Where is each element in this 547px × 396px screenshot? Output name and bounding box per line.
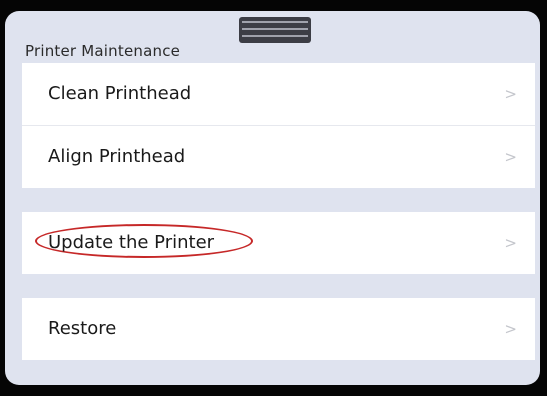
menu-item-align-printhead[interactable]: Align Printhead > <box>22 126 535 188</box>
menu-item-restore[interactable]: Restore > <box>22 298 535 360</box>
drag-handle-line <box>242 35 308 37</box>
menu-item-update-the-printer[interactable]: Update the Printer > <box>22 212 535 274</box>
menu-item-label: Align Printhead <box>48 146 186 167</box>
chevron-right-icon: > <box>504 85 517 103</box>
chevron-right-icon: > <box>504 148 517 166</box>
menu-item-label: Update the Printer <box>48 232 215 253</box>
section-title: Printer Maintenance <box>25 42 181 60</box>
chevron-right-icon: > <box>504 320 517 338</box>
chevron-right-icon: > <box>504 234 517 252</box>
menu-item-label: Restore <box>48 318 117 339</box>
menu-item-clean-printhead[interactable]: Clean Printhead > <box>22 63 535 125</box>
drag-handle-line <box>242 28 308 30</box>
menu-item-label: Clean Printhead <box>48 83 192 104</box>
printer-maintenance-panel: Printer Maintenance Clean Printhead > Al… <box>5 11 540 385</box>
drag-handle-line <box>242 21 308 23</box>
drag-handle-icon[interactable] <box>239 17 311 43</box>
